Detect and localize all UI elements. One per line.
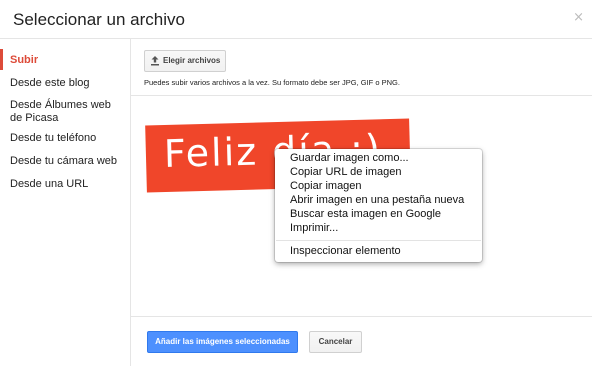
menu-item-inspect[interactable]: Inspeccionar elemento [290,245,401,258]
sidebar-item-blog[interactable]: Desde este blog [10,77,125,90]
add-selected-images-button[interactable]: Añadir las imágenes seleccionadas [147,331,298,353]
content-divider [131,95,592,96]
cancel-button[interactable]: Cancelar [309,331,362,353]
context-menu: Guardar imagen como... Copiar URL de ima… [275,149,482,262]
choose-files-button[interactable]: Elegir archivos [144,50,226,72]
sidebar-item-webcam[interactable]: Desde tu cámara web [10,155,125,168]
sidebar-item-picasa[interactable]: Desde Álbumes web de Picasa [10,99,125,125]
menu-item-save-image[interactable]: Guardar imagen como... [290,152,409,165]
menu-item-open-image-new-tab[interactable]: Abrir imagen en una pestaña nueva [290,194,464,207]
upload-icon [151,56,159,66]
sidebar: Subir Desde este blog Desde Álbumes web … [0,39,131,366]
menu-separator [276,240,481,241]
menu-item-copy-image[interactable]: Copiar imagen [290,180,362,193]
upload-hint: Puedes subir varios archivos a la vez. S… [144,78,400,87]
footer-divider [131,316,592,317]
menu-item-print[interactable]: Imprimir... [290,222,338,235]
sidebar-item-url[interactable]: Desde una URL [10,178,125,191]
file-select-dialog: Seleccionar un archivo × Subir Desde est… [0,0,592,366]
close-icon[interactable]: × [573,10,584,25]
sidebar-item-subir[interactable]: Subir [10,54,125,67]
active-marker [0,49,3,70]
dialog-title: Seleccionar un archivo [13,10,185,29]
menu-item-search-image-google[interactable]: Buscar esta imagen en Google [290,208,441,221]
choose-files-label: Elegir archivos [163,56,221,65]
menu-item-copy-image-url[interactable]: Copiar URL de imagen [290,166,401,179]
sidebar-item-phone[interactable]: Desde tu teléfono [10,132,125,145]
